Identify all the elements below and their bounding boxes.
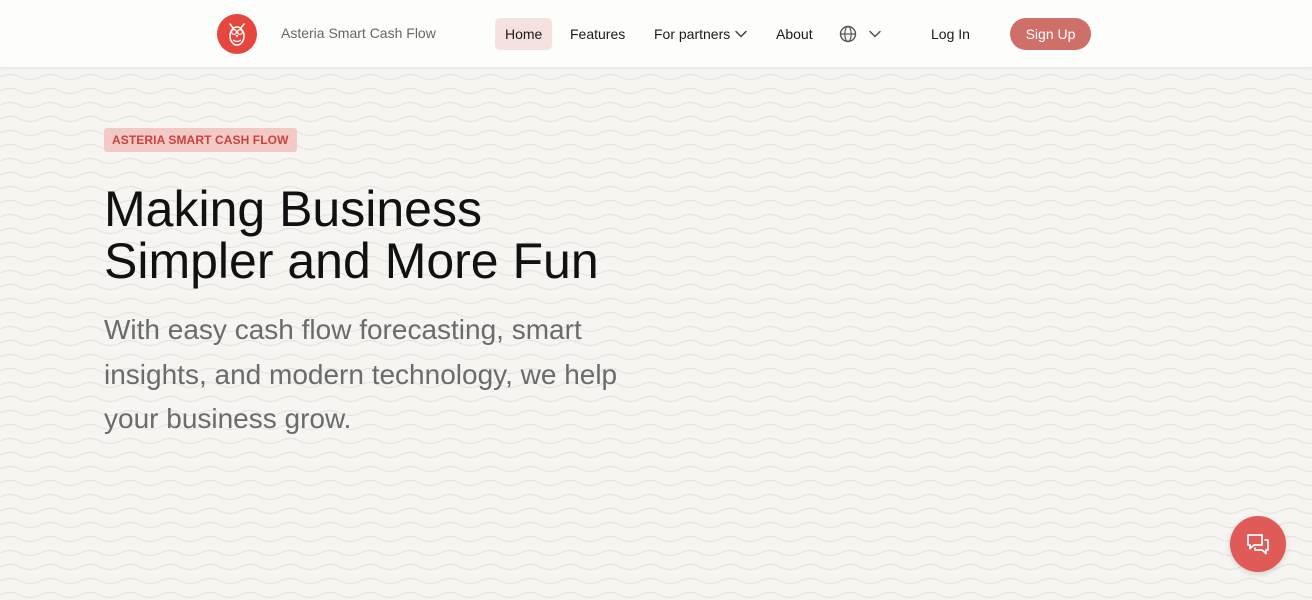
hero-title-line-1: Making Business [104,181,482,237]
chevron-down-icon [735,30,747,38]
signup-button[interactable]: Sign Up [1010,18,1091,50]
chat-bubbles-icon [1247,534,1269,555]
hero-title: Making Business Simpler and More Fun [104,183,664,287]
login-label: Log In [931,26,970,42]
chat-button[interactable] [1230,516,1286,572]
nav-for-partners[interactable]: For partners [644,18,758,50]
owl-icon [229,23,245,46]
hero-title-line-2: Simpler and More Fun [104,233,599,289]
nav-features[interactable]: Features [560,18,635,50]
login-link[interactable]: Log In [921,18,980,50]
logo[interactable] [217,14,257,54]
nav-home-label: Home [505,26,543,42]
nav-features-label: Features [570,26,626,42]
globe-icon [839,25,857,43]
hero-badge: ASTERIA SMART CASH FLOW [104,128,297,152]
nav-about-label: About [776,26,813,42]
language-selector[interactable] [838,22,882,46]
hero-subtitle: With easy cash flow forecasting, smart i… [104,314,618,434]
chevron-down-icon [869,30,881,38]
site-header: Asteria Smart Cash Flow Home Features Fo… [0,0,1312,68]
signup-label: Sign Up [1025,26,1076,42]
nav-for-partners-label: For partners [654,26,731,42]
brand-name[interactable]: Asteria Smart Cash Flow [281,25,436,41]
nav-about[interactable]: About [766,18,823,50]
nav-home[interactable]: Home [495,18,552,50]
